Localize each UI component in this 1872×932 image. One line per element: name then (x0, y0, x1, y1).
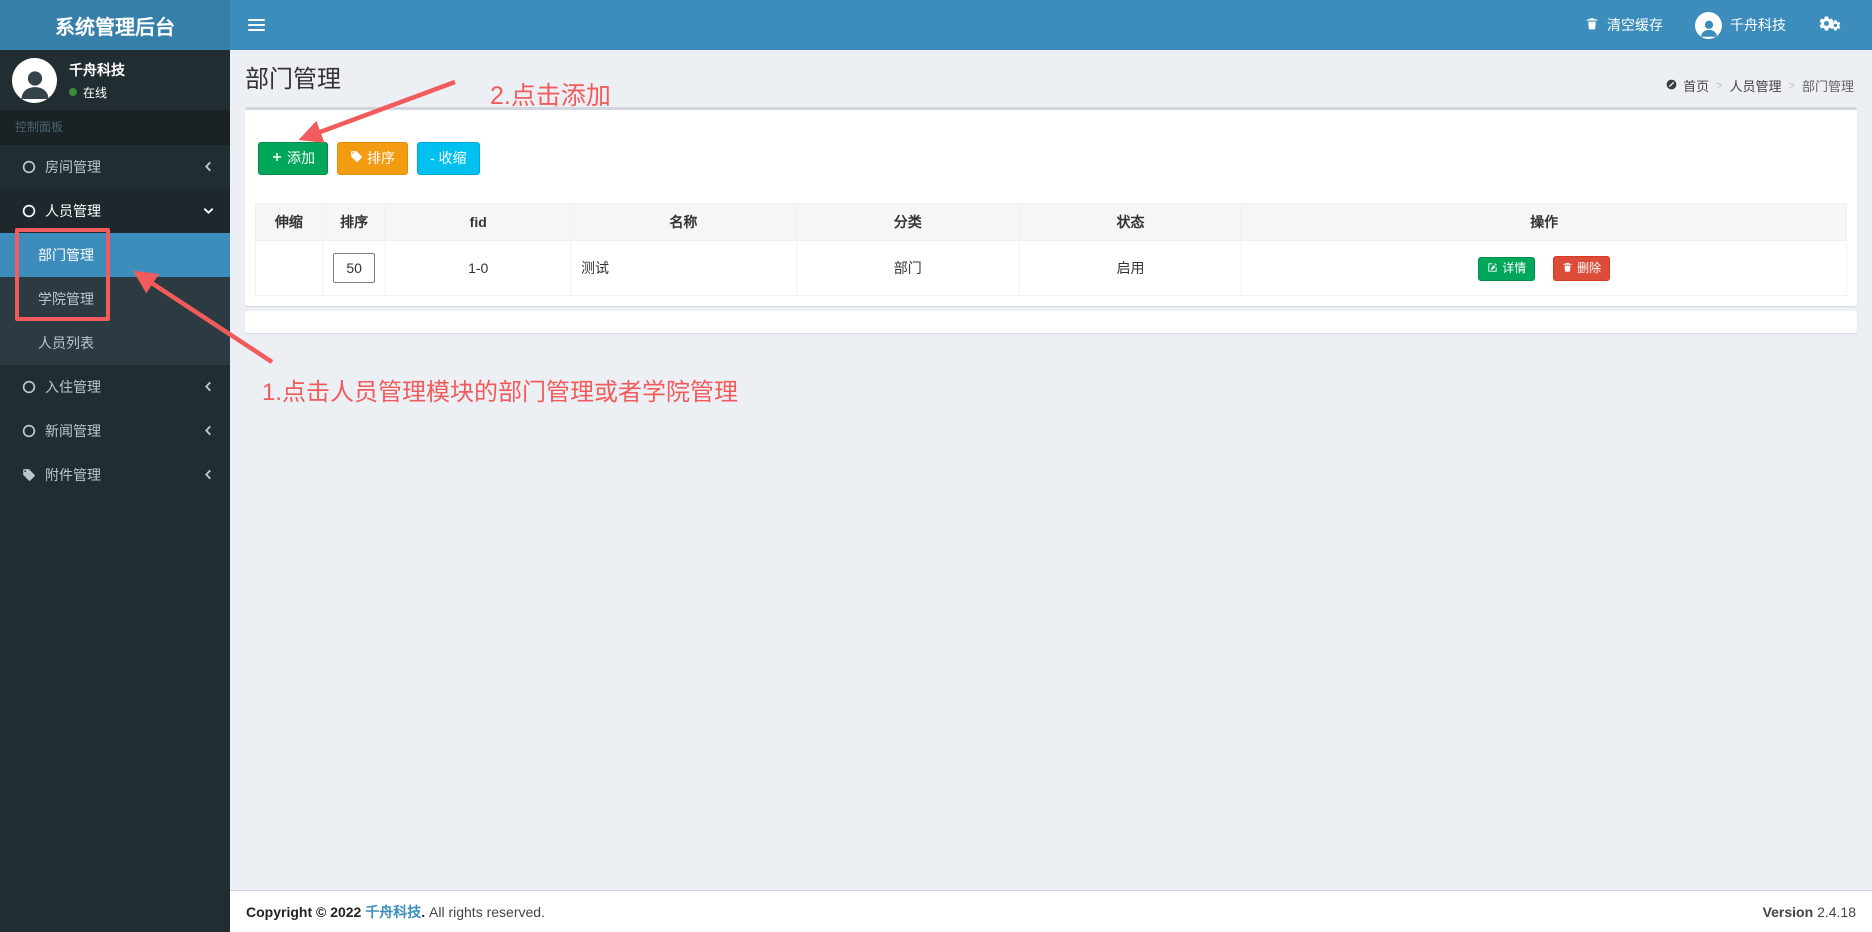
user-avatar (12, 57, 57, 103)
breadcrumb-current: 部门管理 (1801, 79, 1854, 94)
plus-icon (271, 150, 283, 167)
sidebar-item-label: 附件管理 (45, 467, 101, 483)
trash-icon (1585, 16, 1599, 34)
sidebar-item-checkin-mgmt[interactable]: 入住管理 (0, 365, 230, 409)
collapse-button[interactable]: - 收缩 (417, 142, 480, 175)
copyright-text: Copyright © 2022 千舟科技. All rights reserv… (246, 903, 545, 920)
tags-icon (22, 468, 36, 482)
breadcrumb-separator: > (1788, 79, 1795, 92)
sort-button[interactable]: 排序 (337, 142, 408, 175)
department-box: 添加 排序 - 收缩 伸缩 排序 fid 名称 分类 状态 操作 50 1-0 … (245, 107, 1857, 306)
sidebar-item-personnel-mgmt[interactable]: 人员管理 (0, 189, 230, 233)
content-area: 部门管理 首页 > 人员管理 > 部门管理 添加 排序 - 收缩 伸缩 排序 f… (230, 50, 1872, 890)
chevron-left-icon (203, 425, 215, 437)
circle-o-icon (22, 380, 36, 394)
sidebar-item-label: 部门管理 (38, 247, 94, 263)
page-title: 部门管理 (245, 66, 341, 93)
sidebar-item-attachment-mgmt[interactable]: 附件管理 (0, 453, 230, 497)
cell-name: 测试 (569, 240, 797, 296)
online-dot-icon (69, 88, 77, 96)
chevron-left-icon (203, 381, 215, 393)
collapse-button-label: - 收缩 (430, 150, 467, 166)
pagination-strip (245, 311, 1857, 333)
sidebar-item-department-mgmt[interactable]: 部门管理 (0, 233, 230, 277)
department-table: 伸缩 排序 fid 名称 分类 状态 操作 50 1-0 测试 部门 启用 详情… (255, 203, 1847, 296)
detail-button[interactable]: 详情 (1478, 256, 1536, 281)
tag-icon (350, 150, 363, 167)
version-text: Version 2.4.18 (1762, 903, 1856, 920)
sidebar-item-room-mgmt[interactable]: 房间管理 (0, 145, 230, 189)
cell-fid: 1-0 (385, 240, 571, 296)
add-button[interactable]: 添加 (258, 142, 328, 175)
trash-icon (1562, 261, 1573, 276)
company-link[interactable]: 千舟科技 (365, 904, 421, 920)
user-menu[interactable]: 千舟科技 (1679, 0, 1802, 50)
cell-expand (255, 240, 323, 296)
sidebar-item-label: 人员管理 (45, 203, 101, 219)
col-header-status: 状态 (1018, 203, 1243, 241)
col-header-fid: fid (385, 203, 571, 241)
toolbar: 添加 排序 - 收缩 (258, 142, 1847, 175)
breadcrumb-separator: > (1716, 79, 1723, 92)
edit-icon (1487, 262, 1498, 276)
sidebar-item-label: 学院管理 (38, 291, 94, 307)
sidebar-submenu: 部门管理 学院管理 人员列表 (0, 233, 230, 365)
sort-button-label: 排序 (367, 150, 395, 166)
top-navbar: 系统管理后台 清空缓存 千舟科技 (0, 0, 1872, 50)
circle-o-icon (22, 424, 36, 438)
sidebar: 千舟科技 在线 控制面板 房间管理 人员管理 部门管理 学院管理 人员列表 入住… (0, 50, 230, 932)
chevron-left-icon (203, 161, 215, 173)
delete-button[interactable]: 删除 (1553, 255, 1611, 281)
sidebar-item-college-mgmt[interactable]: 学院管理 (0, 277, 230, 321)
circle-o-icon (22, 160, 36, 174)
cell-category: 部门 (795, 240, 1020, 296)
page-footer: Copyright © 2022 千舟科技. All rights reserv… (230, 890, 1872, 932)
settings-button[interactable] (1802, 0, 1858, 50)
sidebar-item-label: 新闻管理 (45, 423, 101, 439)
sidebar-item-label: 房间管理 (45, 159, 101, 175)
app-window: 系统管理后台 清空缓存 千舟科技 千舟科技 在线 控制面板 房间管理 人员管理 … (0, 0, 1872, 932)
breadcrumb-home[interactable]: 首页 (1665, 76, 1709, 95)
cell-actions: 详情 删除 (1241, 240, 1847, 296)
navbar-user-name: 千舟科技 (1730, 17, 1786, 33)
delete-button-label: 删除 (1577, 260, 1602, 275)
breadcrumb: 首页 > 人员管理 > 部门管理 (1665, 76, 1854, 95)
col-header-actions: 操作 (1241, 203, 1847, 241)
online-status-label: 在线 (83, 85, 108, 100)
gears-icon (1818, 15, 1842, 35)
sidebar-item-label: 人员列表 (38, 335, 94, 351)
detail-button-label: 详情 (1502, 261, 1527, 275)
sidebar-item-label: 入住管理 (45, 379, 101, 395)
col-header-expand: 伸缩 (255, 203, 323, 241)
table-row: 1-0 测试 部门 启用 详情 删除 (255, 240, 1847, 296)
sort-order-input[interactable] (333, 253, 376, 283)
cell-status: 启用 (1018, 240, 1243, 296)
user-avatar-icon (1695, 11, 1722, 39)
col-header-name: 名称 (569, 203, 797, 241)
sidebar-item-news-mgmt[interactable]: 新闻管理 (0, 409, 230, 453)
col-header-sort: 排序 (321, 203, 387, 241)
chevron-left-icon (203, 469, 215, 481)
sidebar-item-personnel-list[interactable]: 人员列表 (0, 321, 230, 365)
add-button-label: 添加 (287, 150, 315, 166)
breadcrumb-personnel-mgmt[interactable]: 人员管理 (1730, 76, 1782, 95)
clear-cache-button[interactable]: 清空缓存 (1569, 0, 1679, 50)
sidebar-user-panel: 千舟科技 在线 (0, 50, 230, 110)
sidebar-toggle-button[interactable] (230, 0, 283, 50)
chevron-down-icon (203, 205, 215, 217)
col-header-category: 分类 (795, 203, 1020, 241)
clear-cache-label: 清空缓存 (1607, 17, 1663, 33)
sidebar-section-header: 控制面板 (0, 110, 230, 145)
sidebar-user-status: 在线 (69, 84, 125, 101)
breadcrumb-home-label: 首页 (1683, 79, 1710, 94)
circle-o-icon (22, 204, 36, 218)
cell-sort (321, 240, 387, 296)
dashboard-icon (1665, 78, 1678, 94)
sidebar-user-name: 千舟科技 (69, 61, 125, 78)
brand-logo[interactable]: 系统管理后台 (0, 0, 230, 50)
table-header-row: 伸缩 排序 fid 名称 分类 状态 操作 (255, 203, 1847, 241)
